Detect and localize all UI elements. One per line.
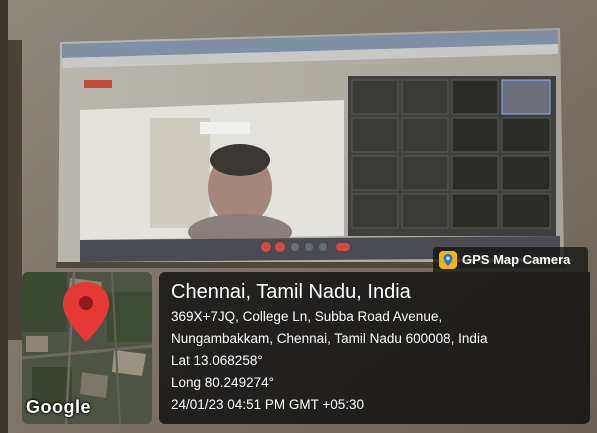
participant-tile (451, 117, 499, 153)
participant-tile (351, 79, 399, 115)
participant-tile (351, 117, 399, 153)
longitude-value: Long 80.249274° (171, 375, 274, 390)
gps-map-camera-badge: GPS Map Camera (433, 247, 588, 272)
video-curtain (150, 118, 210, 228)
participant-tile (501, 155, 551, 191)
participant-tile (401, 79, 449, 115)
map-provider-logo: Google (26, 397, 91, 417)
participant-tile (401, 193, 449, 229)
map-building (26, 336, 48, 352)
address-line-1: 369X+7JQ, College Ln, Subba Road Avenue, (171, 309, 443, 324)
app-name-label: GPS Map Camera (462, 252, 571, 267)
participant-tile (501, 193, 551, 229)
participant-tile (401, 117, 449, 153)
recording-badge (84, 80, 112, 88)
location-title: Chennai, Tamil Nadu, India (171, 281, 411, 303)
camera-control (275, 242, 285, 252)
control-dot-4 (305, 243, 313, 251)
control-dot-5 (319, 243, 327, 251)
video-ac-unit (200, 122, 250, 134)
left-edge-shadow (0, 0, 8, 433)
control-dot-3 (291, 243, 299, 251)
end-call-control (336, 243, 350, 251)
participant-tile (451, 155, 499, 191)
gps-camera-logo-icon (439, 250, 457, 269)
map-building (80, 372, 108, 398)
mic-control (261, 242, 271, 252)
address-line-2: Nungambakkam, Chennai, Tamil Nadu 600008… (171, 331, 488, 346)
latitude-value: Lat 13.068258° (171, 353, 263, 368)
map-thumbnail: Google (22, 272, 152, 424)
map-trees (22, 272, 67, 332)
participant-tile (401, 155, 449, 191)
location-info-panel: Chennai, Tamil Nadu, India 369X+7JQ, Col… (159, 272, 590, 424)
participant-tile (501, 117, 551, 153)
participant-tile (351, 193, 399, 229)
participant-tile (451, 193, 499, 229)
active-participant-tile (501, 79, 551, 115)
participant-tile (451, 79, 499, 115)
speaker-hair (210, 144, 270, 176)
timestamp-value: 24/01/23 04:51 PM GMT +05:30 (171, 397, 365, 412)
participant-tile (351, 155, 399, 191)
